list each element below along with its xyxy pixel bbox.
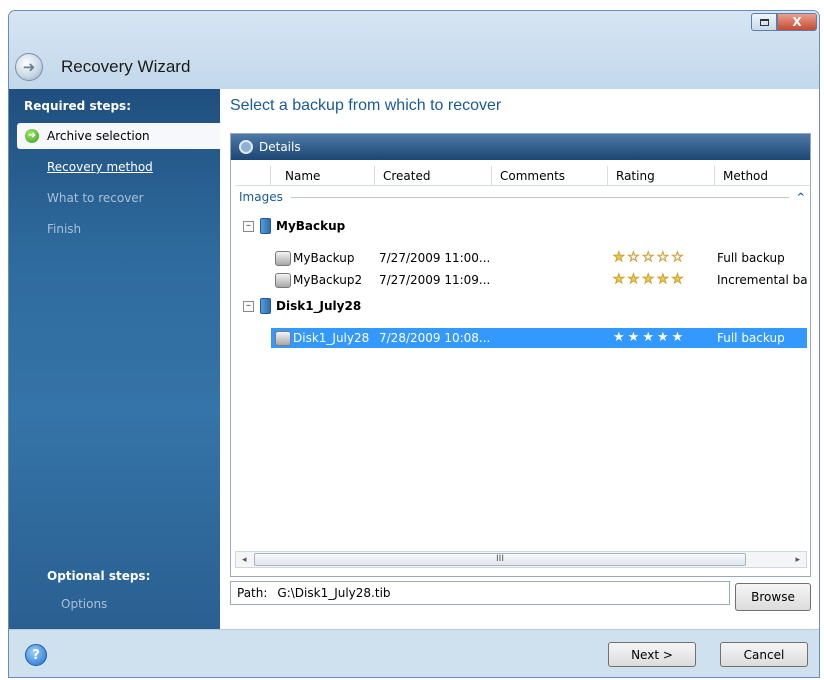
scroll-right-arrow-icon[interactable]: ▸ (795, 555, 800, 565)
collapse-toggle-icon[interactable]: – (243, 220, 254, 232)
required-steps-heading: Required steps: (24, 99, 131, 113)
maximize-button[interactable] (751, 13, 777, 31)
backup-name: MyBackup2 (293, 273, 363, 287)
backup-row-mybackup2[interactable]: MyBackup2 7/27/2009 11:09... ★ ★ ★ ★ ★ Incre… (271, 270, 807, 290)
column-header-comments[interactable]: Comments (492, 166, 608, 185)
window-title: Recovery Wizard (61, 57, 191, 76)
page-title: Select a backup from which to recover (230, 97, 502, 114)
step-label: Recovery method (47, 160, 153, 174)
column-headers: Name Created Comments Rating Method (235, 166, 810, 186)
collapse-toggle-icon[interactable]: – (243, 300, 254, 312)
details-title: Details (259, 140, 301, 154)
step-what-to-recover: What to recover (9, 185, 220, 211)
title-bar: X ➜ Recovery Wizard (9, 11, 819, 89)
column-header-created[interactable]: Created (375, 166, 492, 185)
backup-rating[interactable]: ★ ★ ★ ★ ★ (613, 250, 717, 265)
path-input[interactable]: G:\Disk1_July28.tib (277, 586, 390, 600)
column-header-method[interactable]: Method (715, 166, 810, 185)
star-icon[interactable]: ★ (656, 272, 669, 287)
star-icon[interactable]: ★ (627, 272, 640, 287)
backup-name: Disk1_July28 (293, 331, 370, 345)
star-icon[interactable]: ★ (627, 250, 640, 265)
optional-steps-heading: Optional steps: (47, 569, 151, 583)
group-images[interactable]: Images ^ (239, 190, 805, 204)
step-label: Finish (47, 222, 82, 236)
backup-method: Full backup (717, 331, 785, 345)
step-label: Archive selection (47, 129, 150, 143)
main-content: Select a backup from which to recover De… (220, 89, 819, 629)
scrollbar-thumb[interactable]: III (254, 553, 746, 566)
archive-icon (260, 218, 271, 234)
horizontal-scrollbar[interactable]: ◂ III ▸ (235, 551, 807, 568)
close-button[interactable]: X (777, 13, 817, 31)
star-icon[interactable]: ★ (613, 250, 626, 265)
backup-created: 7/27/2009 11:09... (379, 273, 491, 287)
help-icon[interactable]: ? (25, 644, 47, 666)
star-icon[interactable]: ★ (656, 250, 669, 265)
window-controls: X (751, 13, 817, 31)
cancel-button[interactable]: Cancel (720, 642, 808, 667)
step-archive-selection[interactable]: ➜ Archive selection (17, 123, 220, 149)
backup-method: Incremental bac (717, 273, 807, 287)
step-options[interactable]: Options (61, 597, 107, 611)
scroll-left-arrow-icon[interactable]: ◂ (242, 555, 247, 565)
star-icon[interactable]: ★ (671, 272, 684, 287)
star-icon[interactable]: ★ (642, 272, 655, 287)
backup-row-mybackup[interactable]: MyBackup 7/27/2009 11:00... ★ ★ ★ ★ ★ Full b… (271, 248, 807, 268)
backup-name: MyBackup (293, 251, 355, 265)
star-icon[interactable]: ★ (657, 331, 669, 345)
magnifier-icon (239, 140, 253, 154)
column-header-rating[interactable]: Rating (608, 166, 715, 185)
backup-rating[interactable]: ★ ★ ★ ★ ★ (613, 272, 717, 287)
recovery-wizard-window: X ➜ Recovery Wizard Required steps: ➜ Ar… (8, 10, 820, 678)
details-panel: Details Name Created Comments Rating Met… (230, 133, 811, 577)
star-icon[interactable]: ★ (671, 250, 684, 265)
star-icon[interactable]: ★ (672, 331, 684, 345)
disk-icon (275, 250, 291, 266)
step-recovery-method[interactable]: Recovery method (9, 154, 220, 180)
star-icon[interactable]: ★ (613, 272, 626, 287)
path-label: Path: (237, 586, 268, 600)
maximize-icon (759, 18, 769, 26)
back-arrow-icon: ➜ (22, 58, 36, 76)
column-header-blank (235, 166, 271, 185)
archive-icon (260, 298, 271, 314)
next-button[interactable]: Next > (608, 642, 696, 667)
archive-disk1-july28[interactable]: – Disk1_July28 (243, 296, 361, 316)
scrollbar-grip-icon: III (496, 554, 504, 564)
backup-rating[interactable]: ★ ★ ★ ★ ★ (613, 331, 717, 345)
archive-mybackup[interactable]: – MyBackup (243, 216, 345, 236)
group-divider (290, 196, 789, 198)
archive-name: MyBackup (276, 219, 346, 233)
path-field[interactable]: Path: G:\Disk1_July28.tib (230, 581, 730, 605)
backup-created: 7/28/2009 10:08... (379, 331, 491, 345)
steps-sidebar: Required steps: ➜ Archive selection Reco… (9, 89, 220, 629)
step-label: What to recover (47, 191, 144, 205)
collapse-caret-icon[interactable]: ^ (797, 192, 805, 203)
wizard-footer: ? Next > Cancel (9, 629, 819, 677)
details-header: Details (231, 134, 810, 160)
group-label: Images (239, 190, 283, 204)
disk-icon (275, 330, 291, 346)
backup-row-disk1-july28[interactable]: Disk1_July28 7/28/2009 10:08... ★ ★ ★ ★ ★ Fu… (271, 328, 807, 348)
close-icon: X (792, 15, 802, 29)
step-finish: Finish (9, 216, 220, 242)
step-arrow-icon: ➜ (25, 129, 39, 143)
browse-button[interactable]: Browse (735, 583, 811, 611)
star-icon[interactable]: ★ (613, 331, 625, 345)
backup-created: 7/27/2009 11:00... (379, 251, 491, 265)
star-icon[interactable]: ★ (642, 331, 654, 345)
disk-icon (275, 272, 291, 288)
back-button[interactable]: ➜ (15, 53, 43, 81)
column-header-name[interactable]: Name (271, 166, 375, 185)
star-icon[interactable]: ★ (628, 331, 640, 345)
star-icon[interactable]: ★ (642, 250, 655, 265)
archive-name: Disk1_July28 (276, 299, 362, 313)
backup-list[interactable]: Name Created Comments Rating Method Imag… (235, 166, 810, 538)
backup-method: Full backup (717, 251, 785, 265)
